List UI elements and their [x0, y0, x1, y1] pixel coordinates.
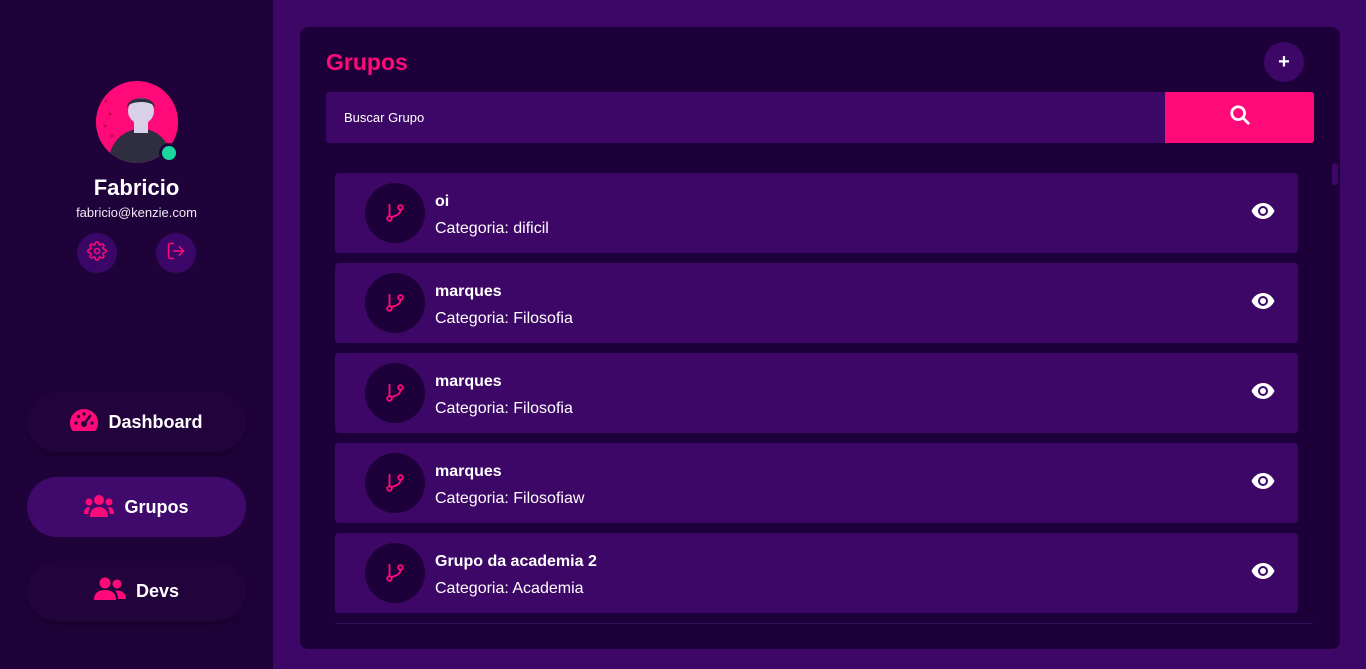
speedometer-icon — [70, 408, 99, 437]
eye-icon — [1251, 562, 1275, 585]
view-group-button[interactable] — [1250, 562, 1276, 585]
page-title: Grupos — [326, 49, 408, 75]
search-button[interactable] — [1165, 92, 1314, 143]
gear-icon — [87, 240, 107, 266]
group-card[interactable]: marques Categoria: Filosofiaw — [335, 443, 1298, 523]
group-name: marques — [435, 463, 502, 480]
group-card[interactable]: marques Categoria: Filosofia — [335, 353, 1298, 433]
logout-button[interactable] — [156, 233, 196, 273]
nav-grupos-label: Grupos — [124, 496, 189, 517]
nav-dashboard-label: Dashboard — [108, 411, 203, 432]
eye-icon — [1251, 202, 1275, 225]
nav-devs-label: Devs — [135, 580, 180, 601]
groups-panel: Grupos + oi Categoria: dificil — [300, 27, 1340, 649]
add-group-button[interactable]: + — [1264, 42, 1304, 82]
eye-icon — [1251, 472, 1275, 495]
view-group-button[interactable] — [1250, 292, 1276, 315]
groups-list: oi Categoria: dificil marques Categoria:… — [335, 173, 1298, 623]
git-branch-icon — [365, 273, 425, 333]
nav-grupos[interactable]: Grupos — [27, 477, 246, 537]
git-branch-icon — [365, 453, 425, 513]
users-icon — [84, 493, 115, 522]
group-category: Categoria: dificil — [435, 220, 549, 237]
search-input[interactable] — [326, 92, 1166, 143]
list-divider — [335, 623, 1313, 624]
settings-button[interactable] — [77, 233, 117, 273]
nav-dashboard[interactable]: Dashboard — [27, 392, 246, 452]
group-card[interactable]: Grupo da academia 2 Categoria: Academia — [335, 533, 1298, 613]
group-card[interactable]: oi Categoria: dificil — [335, 173, 1298, 253]
group-category: Categoria: Academia — [435, 580, 584, 597]
group-name: Grupo da academia 2 — [435, 553, 597, 570]
view-group-button[interactable] — [1250, 202, 1276, 225]
group-name: marques — [435, 373, 502, 390]
view-group-button[interactable] — [1250, 472, 1276, 495]
git-branch-icon — [365, 543, 425, 603]
git-branch-icon — [365, 183, 425, 243]
group-category: Categoria: Filosofia — [435, 400, 573, 417]
user-friends-icon — [93, 577, 126, 606]
user-email: fabricio@kenzie.com — [76, 205, 197, 220]
eye-icon — [1251, 292, 1275, 315]
user-name: Fabricio — [93, 175, 180, 200]
group-name: marques — [435, 283, 502, 300]
avatar — [96, 81, 179, 163]
git-branch-icon — [365, 363, 425, 423]
online-status-dot — [159, 143, 179, 163]
list-scrollbar[interactable] — [1332, 163, 1338, 185]
sidebar: Fabricio fabricio@kenzie.com Dashboard G… — [0, 0, 273, 669]
search-icon — [1229, 104, 1251, 131]
eye-icon — [1251, 382, 1275, 405]
group-name: oi — [435, 193, 450, 210]
logout-icon — [166, 241, 186, 266]
nav-devs[interactable]: Devs — [27, 561, 246, 621]
group-category: Categoria: Filosofia — [435, 310, 573, 327]
plus-icon: + — [1278, 50, 1290, 73]
view-group-button[interactable] — [1250, 382, 1276, 405]
group-category: Categoria: Filosofiaw — [435, 490, 585, 507]
group-card[interactable]: marques Categoria: Filosofia — [335, 263, 1298, 343]
